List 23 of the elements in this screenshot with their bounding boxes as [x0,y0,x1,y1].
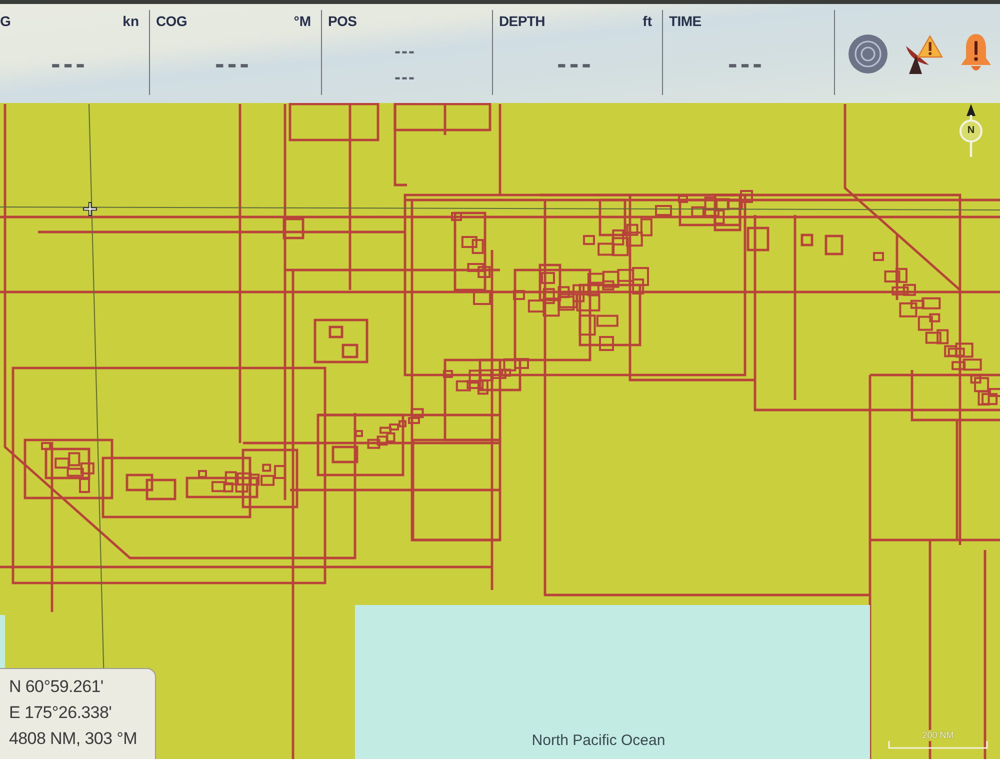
field-value: --- [215,52,252,74]
field-value: --- [394,68,416,84]
field-value: --- [557,52,594,74]
field-label: POS [328,12,357,30]
field-label: G [0,12,11,30]
field-label: COG [156,12,187,30]
north-indicator[interactable]: N [957,103,985,158]
crosshair-cursor-icon [81,200,99,218]
cursor-latitude: N 60°59.261' [9,676,104,698]
field-value: --- [51,52,88,74]
scale-label: 200 NM [920,730,956,741]
cursor-range-bearing: 4808 NM, 303 °M [9,728,138,750]
field-label: DEPTH [499,12,545,30]
field-value: --- [728,52,765,74]
field-value: --- [394,42,416,58]
ocean-label: North Pacific Ocean [532,732,666,750]
satellite-dish-warning-icon[interactable] [905,34,943,74]
unit-label: °M [294,12,311,30]
unit-label: ft [642,12,652,30]
cursor-longitude: E 175°26.338' [9,702,113,724]
field-label: TIME [669,12,702,30]
concentric-rings-icon[interactable] [848,34,888,74]
unit-label: kn [122,12,139,30]
